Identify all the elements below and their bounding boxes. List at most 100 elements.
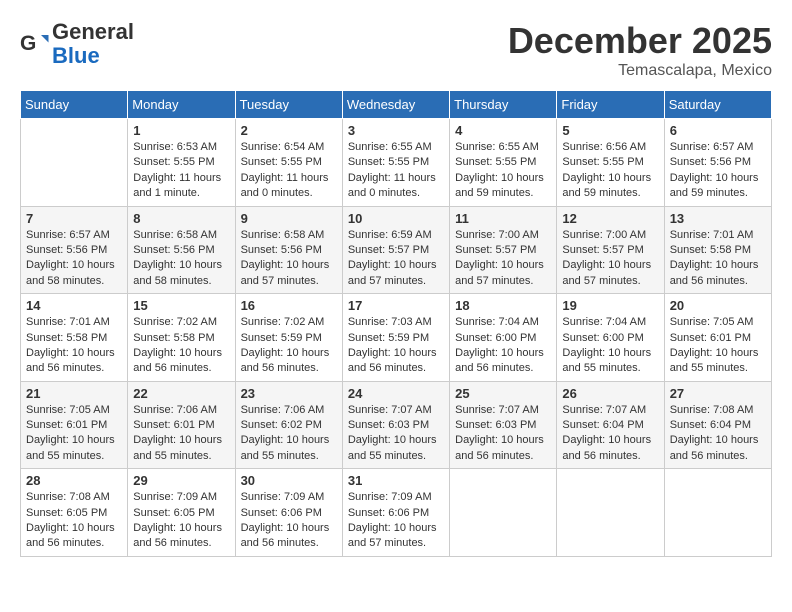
day-number: 3 (348, 123, 444, 138)
day-number: 9 (241, 211, 337, 226)
day-info: Sunrise: 7:07 AM Sunset: 6:03 PM Dayligh… (455, 403, 551, 465)
day-info: Sunrise: 6:54 AM Sunset: 5:55 PM Dayligh… (241, 140, 337, 202)
day-info: Sunrise: 7:06 AM Sunset: 6:01 PM Dayligh… (133, 403, 229, 465)
calendar-cell: 18 Sunrise: 7:04 AM Sunset: 6:00 PM Dayli… (450, 294, 557, 382)
day-info: Sunrise: 7:01 AM Sunset: 5:58 PM Dayligh… (26, 315, 122, 377)
calendar-cell: 14 Sunrise: 7:01 AM Sunset: 5:58 PM Dayli… (21, 294, 128, 382)
calendar-cell: 31 Sunrise: 7:09 AM Sunset: 6:06 PM Dayli… (342, 469, 449, 557)
header-row: SundayMondayTuesdayWednesdayThursdayFrid… (21, 91, 772, 119)
day-number: 14 (26, 298, 122, 313)
calendar-cell: 20 Sunrise: 7:05 AM Sunset: 6:01 PM Dayli… (664, 294, 771, 382)
day-info: Sunrise: 7:00 AM Sunset: 5:57 PM Dayligh… (562, 228, 658, 290)
day-number: 13 (670, 211, 766, 226)
calendar-cell: 29Sunrise: 7:09 AM Sunset: 6:05 PM Dayli… (128, 469, 235, 557)
calendar-cell: 4 Sunrise: 6:55 AM Sunset: 5:55 PM Daylig… (450, 119, 557, 207)
calendar-cell: 13 Sunrise: 7:01 AM Sunset: 5:58 PM Dayli… (664, 206, 771, 294)
header-thursday: Thursday (450, 91, 557, 119)
calendar-cell: 16 Sunrise: 7:02 AM Sunset: 5:59 PM Dayli… (235, 294, 342, 382)
day-number: 19 (562, 298, 658, 313)
header-monday: Monday (128, 91, 235, 119)
calendar-cell: 27Sunrise: 7:08 AM Sunset: 6:04 PM Dayli… (664, 381, 771, 469)
day-number: 23 (241, 386, 337, 401)
location: Temascalapa, Mexico (508, 62, 772, 80)
week-row-4: 21Sunrise: 7:05 AM Sunset: 6:01 PM Dayli… (21, 381, 772, 469)
day-number: 6 (670, 123, 766, 138)
calendar-cell: 1Sunrise: 6:53 AM Sunset: 5:55 PM Daylig… (128, 119, 235, 207)
calendar-cell: 9 Sunrise: 6:58 AM Sunset: 5:56 PM Daylig… (235, 206, 342, 294)
calendar-cell: 24 Sunrise: 7:07 AM Sunset: 6:03 PM Dayli… (342, 381, 449, 469)
header-friday: Friday (557, 91, 664, 119)
day-number: 25 (455, 386, 551, 401)
day-number: 16 (241, 298, 337, 313)
calendar-cell: 19 Sunrise: 7:04 AM Sunset: 6:00 PM Dayli… (557, 294, 664, 382)
day-number: 17 (348, 298, 444, 313)
calendar-cell: 23 Sunrise: 7:06 AM Sunset: 6:02 PM Dayli… (235, 381, 342, 469)
header-saturday: Saturday (664, 91, 771, 119)
day-info: Sunrise: 7:00 AM Sunset: 5:57 PM Dayligh… (455, 228, 551, 290)
day-number: 20 (670, 298, 766, 313)
day-number: 31 (348, 473, 444, 488)
logo-icon: G (20, 29, 50, 59)
day-number: 24 (348, 386, 444, 401)
day-info: Sunrise: 7:07 AM Sunset: 6:04 PM Dayligh… (562, 403, 658, 465)
day-info: Sunrise: 7:09 AM Sunset: 6:06 PM Dayligh… (348, 490, 444, 552)
calendar-cell: 8 Sunrise: 6:58 AM Sunset: 5:56 PM Daylig… (128, 206, 235, 294)
day-info: Sunrise: 7:07 AM Sunset: 6:03 PM Dayligh… (348, 403, 444, 465)
day-number: 8 (133, 211, 229, 226)
header-sunday: Sunday (21, 91, 128, 119)
logo: G General Blue (20, 20, 134, 68)
day-info: Sunrise: 7:08 AM Sunset: 6:05 PM Dayligh… (26, 490, 122, 552)
day-info: Sunrise: 7:02 AM Sunset: 5:58 PM Dayligh… (133, 315, 229, 377)
day-number: 29 (133, 473, 229, 488)
calendar-cell: 22 Sunrise: 7:06 AM Sunset: 6:01 PM Dayli… (128, 381, 235, 469)
day-number: 11 (455, 211, 551, 226)
day-info: Sunrise: 6:56 AM Sunset: 5:55 PM Dayligh… (562, 140, 658, 202)
day-number: 4 (455, 123, 551, 138)
day-info: Sunrise: 7:06 AM Sunset: 6:02 PM Dayligh… (241, 403, 337, 465)
calendar-cell: 3 Sunrise: 6:55 AM Sunset: 5:55 PM Daylig… (342, 119, 449, 207)
day-info: Sunrise: 6:55 AM Sunset: 5:55 PM Dayligh… (348, 140, 444, 202)
calendar-cell: 10 Sunrise: 6:59 AM Sunset: 5:57 PM Dayli… (342, 206, 449, 294)
day-info: Sunrise: 7:04 AM Sunset: 6:00 PM Dayligh… (562, 315, 658, 377)
day-number: 26 (562, 386, 658, 401)
week-row-2: 7Sunrise: 6:57 AM Sunset: 5:56 PM Daylig… (21, 206, 772, 294)
logo-text: General Blue (52, 20, 134, 68)
calendar-cell: 25 Sunrise: 7:07 AM Sunset: 6:03 PM Dayli… (450, 381, 557, 469)
day-info: Sunrise: 7:03 AM Sunset: 5:59 PM Dayligh… (348, 315, 444, 377)
day-info: Sunrise: 7:01 AM Sunset: 5:58 PM Dayligh… (670, 228, 766, 290)
day-info: Sunrise: 7:04 AM Sunset: 6:00 PM Dayligh… (455, 315, 551, 377)
calendar-cell: 7Sunrise: 6:57 AM Sunset: 5:56 PM Daylig… (21, 206, 128, 294)
calendar-cell: 30Sunrise: 7:09 AM Sunset: 6:06 PM Dayli… (235, 469, 342, 557)
day-info: Sunrise: 7:08 AM Sunset: 6:04 PM Dayligh… (670, 403, 766, 465)
page-header: G General Blue December 2025 Temascalapa… (20, 20, 772, 80)
calendar-cell: 2Sunrise: 6:54 AM Sunset: 5:55 PM Daylig… (235, 119, 342, 207)
day-number: 10 (348, 211, 444, 226)
day-info: Sunrise: 6:53 AM Sunset: 5:55 PM Dayligh… (133, 140, 229, 202)
calendar-cell: 15Sunrise: 7:02 AM Sunset: 5:58 PM Dayli… (128, 294, 235, 382)
week-row-1: 1Sunrise: 6:53 AM Sunset: 5:55 PM Daylig… (21, 119, 772, 207)
day-info: Sunrise: 7:09 AM Sunset: 6:06 PM Dayligh… (241, 490, 337, 552)
header-tuesday: Tuesday (235, 91, 342, 119)
day-info: Sunrise: 6:58 AM Sunset: 5:56 PM Dayligh… (133, 228, 229, 290)
day-info: Sunrise: 6:59 AM Sunset: 5:57 PM Dayligh… (348, 228, 444, 290)
day-info: Sunrise: 6:57 AM Sunset: 5:56 PM Dayligh… (670, 140, 766, 202)
month-title: December 2025 (508, 20, 772, 62)
week-row-3: 14 Sunrise: 7:01 AM Sunset: 5:58 PM Dayli… (21, 294, 772, 382)
day-info: Sunrise: 6:57 AM Sunset: 5:56 PM Dayligh… (26, 228, 122, 290)
calendar-cell: 17 Sunrise: 7:03 AM Sunset: 5:59 PM Dayli… (342, 294, 449, 382)
day-info: Sunrise: 7:05 AM Sunset: 6:01 PM Dayligh… (670, 315, 766, 377)
day-info: Sunrise: 6:58 AM Sunset: 5:56 PM Dayligh… (241, 228, 337, 290)
week-row-5: 28 Sunrise: 7:08 AM Sunset: 6:05 PM Dayli… (21, 469, 772, 557)
header-wednesday: Wednesday (342, 91, 449, 119)
calendar-table: SundayMondayTuesdayWednesdayThursdayFrid… (20, 90, 772, 557)
day-number: 21 (26, 386, 122, 401)
day-info: Sunrise: 7:02 AM Sunset: 5:59 PM Dayligh… (241, 315, 337, 377)
day-info: Sunrise: 6:55 AM Sunset: 5:55 PM Dayligh… (455, 140, 551, 202)
calendar-cell: 28 Sunrise: 7:08 AM Sunset: 6:05 PM Dayli… (21, 469, 128, 557)
day-number: 22 (133, 386, 229, 401)
day-number: 28 (26, 473, 122, 488)
day-number: 12 (562, 211, 658, 226)
day-number: 18 (455, 298, 551, 313)
calendar-cell: 6 Sunrise: 6:57 AM Sunset: 5:56 PM Daylig… (664, 119, 771, 207)
calendar-cell (21, 119, 128, 207)
